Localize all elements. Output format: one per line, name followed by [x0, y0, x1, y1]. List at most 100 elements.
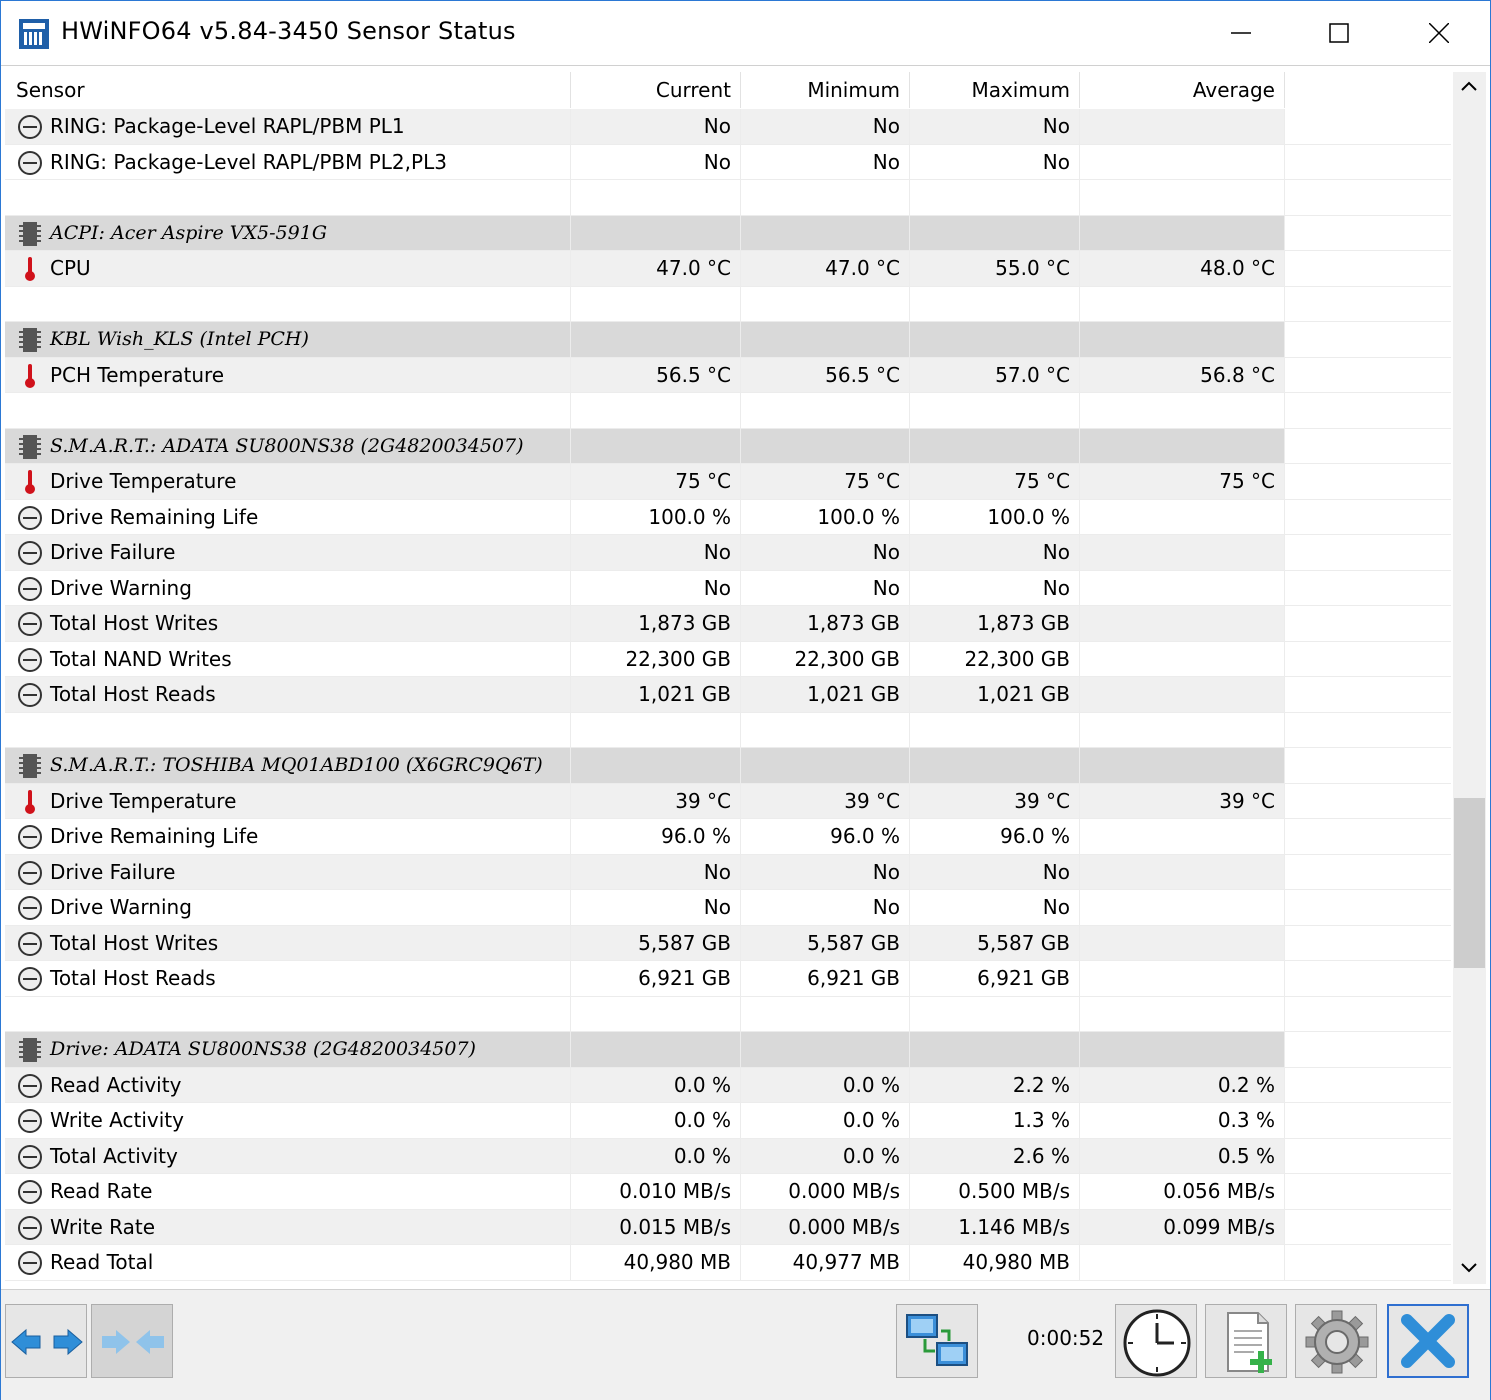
column-header-average[interactable]: Average: [1080, 72, 1285, 108]
column-header-sensor[interactable]: Sensor: [5, 72, 571, 108]
maximum-value: No: [910, 535, 1080, 571]
sensor-row[interactable]: Drive Failure No No No: [5, 854, 1451, 890]
sensor-name: CPU: [5, 251, 571, 287]
maximum-value: [910, 215, 1080, 251]
sensor-group-header[interactable]: KBL Wish_KLS (Intel PCH): [5, 322, 1451, 358]
empty-cell: [1285, 216, 1451, 251]
empty-cell: [1285, 571, 1451, 606]
close-sensors-button[interactable]: [1387, 1304, 1469, 1378]
sensor-row[interactable]: Read Total 40,980 MB 40,977 MB 40,980 MB: [5, 1245, 1451, 1281]
scroll-up-arrow-icon[interactable]: [1461, 80, 1477, 92]
average-value: [1080, 180, 1285, 216]
blank-row: [5, 180, 1451, 216]
vertical-scrollbar[interactable]: [1453, 72, 1486, 1284]
sensor-group-header[interactable]: ACPI: Acer Aspire VX5-591G: [5, 215, 1451, 251]
current-value: [571, 748, 741, 784]
network-icon: [906, 1314, 968, 1366]
sensor-row[interactable]: Drive Temperature 75 °C 75 °C 75 °C 75 °C: [5, 464, 1451, 500]
minimum-value: 56.5 °C: [741, 357, 910, 393]
average-value: [1080, 393, 1285, 429]
maximum-value: No: [910, 109, 1080, 145]
sensor-row[interactable]: Drive Failure No No No: [5, 535, 1451, 571]
sensor-name: Read Activity: [5, 1067, 571, 1103]
minimum-value: [741, 428, 910, 464]
sensor-row[interactable]: Read Rate 0.010 MB/s 0.000 MB/s 0.500 MB/s 0…: [5, 1174, 1451, 1210]
average-value: 0.3 %: [1080, 1103, 1285, 1139]
column-header-minimum[interactable]: Minimum: [741, 72, 910, 108]
close-window-button[interactable]: [1390, 1, 1488, 65]
expand-columns-button[interactable]: [5, 1304, 87, 1378]
minimum-value: No: [741, 109, 910, 145]
blank-row: [5, 996, 1451, 1032]
maximum-value: [910, 712, 1080, 748]
current-value: No: [571, 854, 741, 890]
minimize-button[interactable]: [1192, 1, 1290, 65]
maximize-button[interactable]: [1290, 1, 1388, 65]
maximum-value: 96.0 %: [910, 819, 1080, 855]
maximum-value: 75 °C: [910, 464, 1080, 500]
expand-columns-icon: [11, 1328, 83, 1356]
sensor-group-header[interactable]: Drive: ADATA SU800NS38 (2G4820034507): [5, 1032, 1451, 1068]
scrollbar-thumb[interactable]: [1454, 798, 1485, 968]
sensor-row[interactable]: Drive Temperature 39 °C 39 °C 39 °C 39 °C: [5, 783, 1451, 819]
current-value: 0.015 MB/s: [571, 1209, 741, 1245]
network-button[interactable]: [896, 1304, 978, 1378]
column-header-maximum[interactable]: Maximum: [910, 72, 1080, 108]
gauge-icon: [17, 1144, 43, 1170]
sensor-name: Drive Temperature: [5, 783, 571, 819]
sensor-group-header[interactable]: S.M.A.R.T.: ADATA SU800NS38 (2G482003450…: [5, 428, 1451, 464]
current-value: No: [571, 890, 741, 926]
average-value: [1080, 712, 1285, 748]
sensor-name: Drive Remaining Life: [5, 819, 571, 855]
sensor-row[interactable]: RING: Package-Level RAPL/PBM PL2,PL3 No No…: [5, 144, 1451, 180]
minimum-value: 39 °C: [741, 783, 910, 819]
current-value: No: [571, 570, 741, 606]
minimize-icon: [1231, 32, 1251, 34]
average-value: [1080, 748, 1285, 784]
current-value: 22,300 GB: [571, 641, 741, 677]
maximum-value: [910, 428, 1080, 464]
sensor-row[interactable]: Total Host Writes 5,587 GB 5,587 GB 5,587 G…: [5, 925, 1451, 961]
sensor-group-header[interactable]: S.M.A.R.T.: TOSHIBA MQ01ABD100 (X6GRC9Q6…: [5, 748, 1451, 784]
column-header-current[interactable]: Current: [571, 72, 741, 108]
chip-icon: [17, 327, 43, 353]
scroll-down-arrow-icon[interactable]: [1461, 1262, 1477, 1274]
sensor-row[interactable]: Read Activity 0.0 % 0.0 % 2.2 % 0.2 %: [5, 1067, 1451, 1103]
current-value: [571, 1032, 741, 1068]
empty-cell: [1285, 784, 1451, 819]
sensor-name: Drive Failure: [5, 854, 571, 890]
sensor-row[interactable]: Total Activity 0.0 % 0.0 % 2.6 % 0.5 %: [5, 1138, 1451, 1174]
sensor-row[interactable]: CPU 47.0 °C 47.0 °C 55.0 °C 48.0 °C: [5, 251, 1451, 287]
hwinfo-app-icon: [19, 19, 49, 49]
elapsed-time: 0:00:52: [1027, 1326, 1105, 1350]
collapse-columns-button[interactable]: [91, 1304, 173, 1378]
logging-button[interactable]: [1205, 1304, 1287, 1378]
sensor-row[interactable]: Total Host Reads 6,921 GB 6,921 GB 6,921 GB: [5, 961, 1451, 997]
sensor-row[interactable]: Write Activity 0.0 % 0.0 % 1.3 % 0.3 %: [5, 1103, 1451, 1139]
sensor-row[interactable]: Drive Warning No No No: [5, 570, 1451, 606]
gauge-icon: [17, 682, 43, 708]
sensor-row[interactable]: Drive Remaining Life 96.0 % 96.0 % 96.0 %: [5, 819, 1451, 855]
settings-button[interactable]: [1295, 1304, 1377, 1378]
reset-timer-button[interactable]: [1115, 1304, 1197, 1378]
empty-cell: [1285, 1032, 1451, 1068]
sensor-row[interactable]: Drive Remaining Life 100.0 % 100.0 % 100.0 …: [5, 499, 1451, 535]
sensor-row[interactable]: Drive Warning No No No: [5, 890, 1451, 926]
current-value: [571, 393, 741, 429]
empty-cell: [1285, 1210, 1451, 1245]
maximum-value: No: [910, 854, 1080, 890]
sensor-table[interactable]: Sensor Current Minimum Maximum Average R…: [5, 72, 1451, 1284]
sensor-name: [5, 712, 571, 748]
sensor-row[interactable]: Total Host Reads 1,021 GB 1,021 GB 1,021 GB: [5, 677, 1451, 713]
minimum-value: No: [741, 890, 910, 926]
current-value: [571, 286, 741, 322]
empty-cell: [1285, 926, 1451, 961]
sensor-row[interactable]: RING: Package-Level RAPL/PBM PL1 No No No: [5, 109, 1451, 145]
title-bar[interactable]: HWiNFO64 v5.84-3450 Sensor Status: [1, 1, 1490, 66]
sensor-row[interactable]: Write Rate 0.015 MB/s 0.000 MB/s 1.146 MB/s…: [5, 1209, 1451, 1245]
sensor-row[interactable]: PCH Temperature 56.5 °C 56.5 °C 57.0 °C 56.8…: [5, 357, 1451, 393]
settings-gear-icon: [1305, 1310, 1369, 1374]
minimum-value: 96.0 %: [741, 819, 910, 855]
sensor-row[interactable]: Total NAND Writes 22,300 GB 22,300 GB 22,30…: [5, 641, 1451, 677]
sensor-row[interactable]: Total Host Writes 1,873 GB 1,873 GB 1,873 G…: [5, 606, 1451, 642]
